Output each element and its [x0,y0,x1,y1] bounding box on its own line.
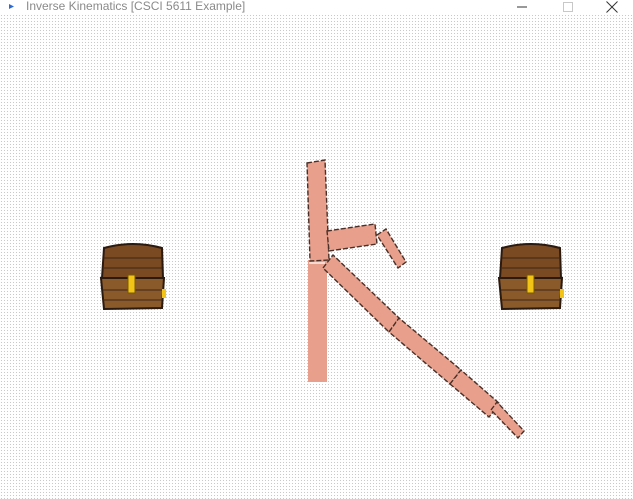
ik-scene [99,159,564,440]
app-window: Inverse Kinematics [CSCI 5611 Example] [0,0,633,499]
treasure-chest-left [99,243,166,311]
ik-arm-lower-chain [322,253,525,440]
ik-arm-upper-chain [306,159,407,270]
ik-arm-base [308,260,327,382]
treasure-chest-right [497,243,564,311]
